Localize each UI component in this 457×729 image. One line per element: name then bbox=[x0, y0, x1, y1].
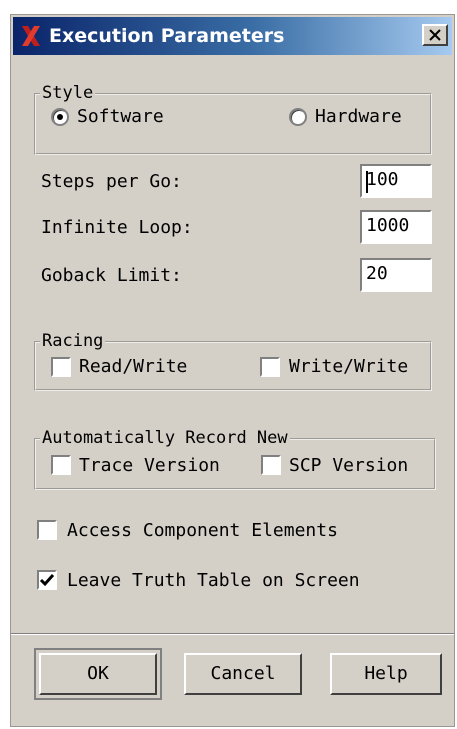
access-component-elements-label[interactable]: Access Component Elements bbox=[67, 520, 338, 542]
window-title: Execution Parameters bbox=[49, 25, 285, 47]
execution-parameters-dialog: Execution Parameters Style Software Hard… bbox=[10, 14, 455, 727]
leave-truth-table-checkbox[interactable] bbox=[37, 570, 57, 590]
read-write-checkbox[interactable] bbox=[51, 357, 71, 377]
x-logo-icon bbox=[22, 26, 40, 46]
goback-limit-value: 20 bbox=[366, 263, 388, 284]
steps-per-go-label: Steps per Go: bbox=[41, 171, 182, 192]
scp-version-label[interactable]: SCP Version bbox=[289, 455, 408, 477]
ok-button[interactable]: OK bbox=[34, 648, 162, 700]
write-write-checkbox[interactable] bbox=[260, 357, 280, 377]
hardware-radio[interactable] bbox=[289, 108, 307, 126]
steps-per-go-value: 100 bbox=[366, 169, 399, 190]
button-separator bbox=[11, 633, 454, 635]
help-button[interactable]: Help bbox=[330, 653, 442, 695]
software-radio-label[interactable]: Software bbox=[77, 106, 164, 128]
close-icon bbox=[429, 29, 441, 41]
infinite-loop-value: 1000 bbox=[366, 215, 410, 236]
cancel-button[interactable]: Cancel bbox=[184, 653, 302, 695]
software-radio[interactable] bbox=[51, 108, 69, 126]
racing-group-legend: Racing bbox=[40, 331, 106, 351]
goback-limit-label: Goback Limit: bbox=[41, 265, 182, 286]
text-caret bbox=[366, 171, 368, 193]
leave-truth-table-label[interactable]: Leave Truth Table on Screen bbox=[67, 570, 360, 592]
infinite-loop-label: Infinite Loop: bbox=[41, 217, 193, 238]
read-write-label[interactable]: Read/Write bbox=[79, 356, 187, 378]
goback-limit-input[interactable]: 20 bbox=[360, 258, 432, 292]
record-group-legend: Automatically Record New bbox=[40, 428, 290, 448]
access-component-elements-checkbox[interactable] bbox=[37, 520, 57, 540]
title-bar[interactable]: Execution Parameters bbox=[13, 17, 452, 55]
checkmark-icon bbox=[39, 574, 55, 587]
trace-version-label[interactable]: Trace Version bbox=[79, 455, 220, 477]
trace-version-checkbox[interactable] bbox=[51, 455, 71, 475]
scp-version-checkbox[interactable] bbox=[261, 455, 281, 475]
hardware-radio-label[interactable]: Hardware bbox=[315, 106, 402, 128]
write-write-label[interactable]: Write/Write bbox=[289, 356, 408, 378]
radio-selected-dot bbox=[57, 114, 63, 120]
style-group-legend: Style bbox=[40, 83, 96, 103]
infinite-loop-input[interactable]: 1000 bbox=[360, 210, 432, 244]
steps-per-go-input[interactable]: 100 bbox=[360, 164, 432, 198]
close-button[interactable] bbox=[422, 24, 448, 46]
